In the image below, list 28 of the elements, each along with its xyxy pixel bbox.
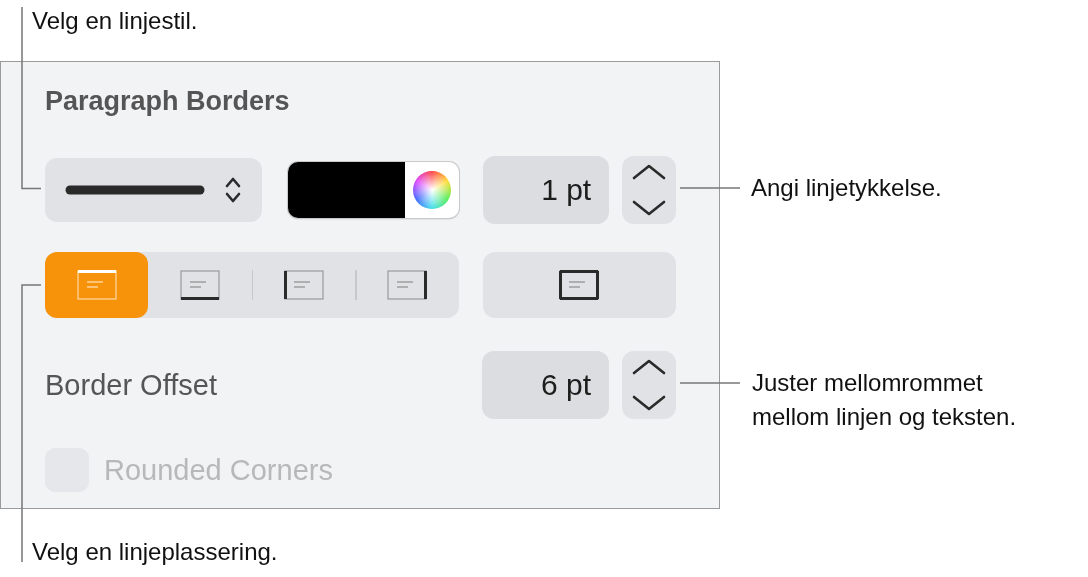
right-border-icon [386,270,427,300]
border-offset-label: Border Offset [45,368,218,402]
stepper[interactable] [622,156,676,224]
top-border-icon [76,270,117,300]
box-border-icon [559,270,600,300]
chevron-up-icon[interactable] [632,359,666,375]
leader-line [680,382,740,384]
section-title: Paragraph Borders [45,86,290,117]
color-well[interactable] [288,162,459,218]
outline-border-button[interactable] [482,252,676,318]
chevron-down-icon[interactable] [632,395,666,411]
up-down-chevron-icon [224,176,243,204]
chevron-up-icon[interactable] [632,164,667,180]
stepper[interactable] [622,351,676,419]
offset-field[interactable]: 6 pt [482,351,609,419]
callout-text: Angi linjetykkelse. [751,173,943,203]
bottom-border-icon [180,270,221,300]
line-style-popup[interactable] [45,158,263,222]
leader-line [680,187,740,189]
solid-line-icon [65,185,205,195]
color-wheel-icon[interactable] [412,171,451,209]
chevron-down-icon[interactable] [632,200,667,216]
left-border-icon [283,270,324,300]
callout-text: Velg en linjestil. [32,6,199,36]
callout-text: Juster mellomrommet mellom linjen og teksten. [752,368,1018,432]
thickness-field[interactable]: 1 pt [482,156,610,224]
checkbox-label: Rounded Corners [104,453,333,487]
callout-text: Velg en linjeplassering. [32,537,279,567]
